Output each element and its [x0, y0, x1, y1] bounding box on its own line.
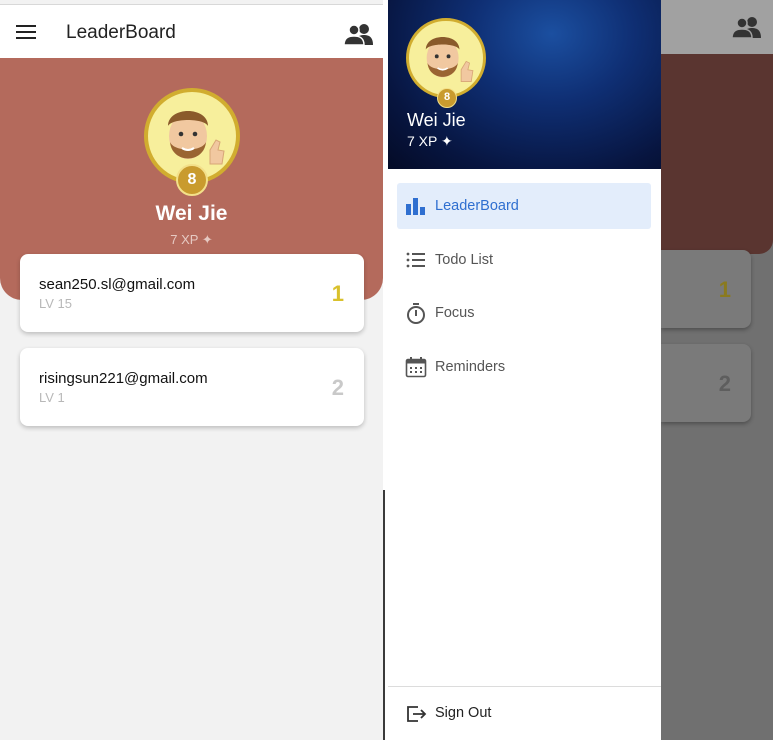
card-rank: 2	[331, 375, 344, 400]
sparkle-icon: ✦	[441, 133, 453, 149]
leaderboard-card[interactable]: risingsun221@gmail.com LV 1 2	[20, 348, 364, 426]
level-badge: 8	[176, 164, 208, 196]
drawer-screen: 1 2 8 Wei Jie 7 XP ✦ LeaderBoard Todo Li…	[388, 0, 773, 740]
background-card: 1	[661, 250, 751, 328]
leaderboard-screen: LeaderBoard 8 Wei Jie 7 XP ✦ sean250.sl@…	[0, 0, 383, 740]
background-rank: 1	[718, 277, 731, 302]
nav-item-reminders[interactable]: Reminders	[397, 344, 651, 390]
scrollbar[interactable]	[383, 490, 385, 740]
nav-item-label: Focus	[435, 305, 475, 321]
stopwatch-icon	[407, 303, 425, 324]
background-rank: 2	[718, 371, 731, 396]
drawer-user-name: Wei Jie	[407, 110, 466, 130]
background-app-bar	[661, 0, 773, 54]
nav-item-label: Reminders	[435, 359, 506, 375]
drawer-header: 8 Wei Jie 7 XP ✦	[388, 0, 661, 169]
background-card: 2	[661, 344, 751, 422]
nav-item-todo-list[interactable]: Todo List	[397, 237, 651, 283]
nav-item-label: LeaderBoard	[435, 198, 519, 214]
background-hero	[661, 54, 773, 254]
drawer-xp-value: 7 XP	[407, 133, 438, 149]
hamburger-menu-icon[interactable]	[16, 25, 36, 39]
profile-xp: 7 XP ✦	[0, 232, 383, 248]
level-badge: 8	[437, 88, 457, 108]
avatar: 8	[144, 88, 240, 196]
list-icon	[406, 252, 425, 268]
app-bar: LeaderBoard	[0, 4, 383, 58]
group-icon	[732, 17, 761, 38]
drawer-xp: 7 XP ✦	[407, 133, 453, 150]
nav-item-focus[interactable]: Focus	[397, 290, 651, 336]
avatar-memoji-icon	[425, 36, 474, 82]
logout-icon	[407, 706, 427, 722]
card-email: risingsun221@gmail.com	[39, 370, 208, 387]
sparkle-icon: ✦	[201, 232, 213, 247]
calendar-icon	[405, 357, 427, 378]
drawer-divider	[388, 686, 661, 687]
profile-name: Wei Jie	[155, 202, 228, 225]
group-icon[interactable]	[344, 23, 374, 45]
card-level: LV 1	[39, 390, 65, 405]
profile-xp-value: 7 XP	[170, 232, 199, 247]
card-email: sean250.sl@gmail.com	[39, 276, 196, 293]
leaderboard-card[interactable]: sean250.sl@gmail.com LV 15 1	[20, 254, 364, 332]
sign-out-label: Sign Out	[435, 705, 492, 721]
card-rank: 1	[331, 281, 344, 306]
nav-item-leaderboard[interactable]: LeaderBoard	[397, 183, 651, 229]
sign-out-button[interactable]: Sign Out	[397, 692, 651, 734]
drawer-avatar: 8	[406, 18, 486, 108]
nav-item-label: Todo List	[435, 252, 494, 268]
navigation-drawer: 8 Wei Jie 7 XP ✦ LeaderBoard Todo List F…	[388, 0, 661, 740]
card-level: LV 15	[39, 296, 73, 311]
page-title: LeaderBoard	[66, 22, 176, 43]
bar-chart-icon	[406, 198, 425, 215]
